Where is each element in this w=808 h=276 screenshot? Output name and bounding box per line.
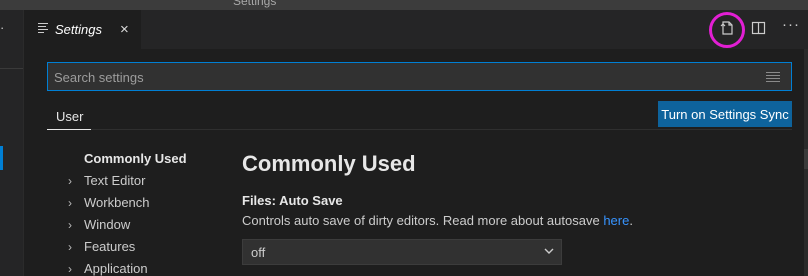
chevron-down-icon	[543, 245, 555, 257]
setting-description: Controls auto save of dirty editors. Rea…	[242, 213, 633, 228]
chevron-right-icon: ›	[68, 174, 72, 188]
side-bar-divider	[0, 68, 23, 69]
auto-save-value: off	[251, 245, 266, 260]
setting-name: Auto Save	[279, 193, 343, 208]
clear-filter-icon[interactable]	[766, 72, 780, 82]
setting-description-end: .	[629, 213, 633, 228]
chevron-right-icon: ›	[68, 240, 72, 254]
scrollbar-thumb[interactable]	[804, 149, 808, 169]
scrollbar[interactable]	[804, 49, 808, 276]
toc-item-text-editor[interactable]: › Text Editor	[68, 173, 145, 188]
toc-item-label: Window	[84, 217, 131, 232]
toc-item-label: Features	[84, 239, 136, 254]
split-editor-icon[interactable]	[750, 19, 768, 37]
toc-item-application[interactable]: › Application	[68, 261, 148, 276]
more-actions-icon[interactable]: ···	[782, 16, 800, 33]
section-title: Commonly Used	[242, 151, 416, 176]
toc-item-label: Application	[84, 261, 148, 276]
open-settings-json-icon[interactable]	[718, 19, 736, 37]
tab-settings[interactable]: Settings ×	[24, 10, 141, 49]
tab-user[interactable]: User	[47, 102, 91, 130]
search-box	[47, 62, 792, 92]
chevron-right-icon: ›	[68, 196, 72, 210]
close-icon[interactable]: ×	[120, 21, 129, 38]
auto-save-select[interactable]: off	[242, 239, 562, 265]
window-titlebar: Settings	[0, 0, 808, 10]
setting-title: Files: Auto Save	[242, 193, 343, 208]
window-title: Settings	[233, 0, 277, 8]
toc-item-features[interactable]: › Features	[68, 239, 135, 254]
settings-sync-button[interactable]: Turn on Settings Sync	[658, 101, 792, 127]
settings-editor-icon	[38, 23, 49, 33]
chevron-right-icon: ›	[68, 218, 72, 232]
side-bar-edge: ·	[0, 10, 24, 276]
side-bar-more-icon[interactable]: ·	[0, 20, 4, 35]
side-bar-active-indicator	[0, 146, 3, 170]
scope-divider	[91, 129, 792, 130]
toc-item-commonly-used[interactable]: Commonly Used	[84, 151, 187, 166]
toc-item-workbench[interactable]: › Workbench	[68, 195, 150, 210]
toc-item-label: Text Editor	[84, 173, 146, 188]
setting-description-text: Controls auto save of dirty editors. Rea…	[242, 213, 604, 228]
toc-item-label: Workbench	[84, 195, 150, 210]
toc-item-window[interactable]: › Window	[68, 217, 130, 232]
autosave-link[interactable]: here	[603, 213, 629, 228]
tab-user-label: User	[56, 109, 84, 124]
chevron-right-icon: ›	[68, 262, 72, 276]
toc-item-label: Commonly Used	[84, 151, 187, 166]
setting-category: Files:	[242, 193, 280, 208]
search-input[interactable]	[48, 63, 756, 92]
tab-label: Settings	[55, 22, 102, 37]
